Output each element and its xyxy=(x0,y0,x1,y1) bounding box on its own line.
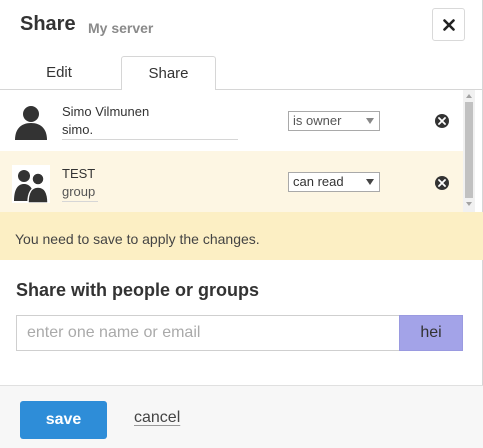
dialog-header: Share My server xyxy=(0,0,483,56)
list-scrollbar[interactable] xyxy=(463,90,475,212)
notice-text: You need to save to apply the changes. xyxy=(15,231,260,247)
member-username: simo. xyxy=(62,122,238,140)
group-icon xyxy=(12,165,50,204)
member-row: TEST group can read xyxy=(0,151,463,212)
share-heading: Share with people or groups xyxy=(16,280,260,300)
scroll-thumb[interactable] xyxy=(465,102,473,198)
share-dialog: Share My server Edit Share Simo Vilmunen… xyxy=(0,0,483,448)
chevron-down-icon xyxy=(366,179,374,185)
role-value: is owner xyxy=(293,113,342,128)
dialog-subtitle: My server xyxy=(88,20,154,36)
role-value: can read xyxy=(293,174,344,189)
close-button[interactable] xyxy=(432,8,465,41)
user-icon xyxy=(12,102,50,140)
save-button[interactable]: save xyxy=(20,401,107,439)
dialog-footer: save cancel xyxy=(0,385,483,448)
member-name: TEST xyxy=(62,166,96,181)
member-type: group xyxy=(62,184,98,202)
member-name: Simo Vilmunen xyxy=(62,104,150,119)
remove-icon[interactable] xyxy=(435,114,449,128)
share-input[interactable] xyxy=(16,315,399,351)
tab-bar: Edit Share xyxy=(0,56,483,91)
scroll-down-icon[interactable] xyxy=(466,202,472,206)
scroll-up-icon[interactable] xyxy=(466,94,472,98)
member-list: Simo Vilmunen simo. is owner TEST group … xyxy=(0,90,463,212)
share-button[interactable]: hei xyxy=(399,315,463,351)
dialog-title: Share xyxy=(20,13,76,35)
cancel-link[interactable]: cancel xyxy=(134,409,180,427)
tab-edit[interactable]: Edit xyxy=(18,56,100,90)
unsaved-notice: You need to save to apply the changes. xyxy=(0,212,483,260)
chevron-down-icon xyxy=(366,118,374,124)
role-select[interactable]: is owner xyxy=(288,111,380,131)
remove-icon[interactable] xyxy=(435,176,449,190)
member-row: Simo Vilmunen simo. is owner xyxy=(0,90,463,151)
role-select[interactable]: can read xyxy=(288,172,380,192)
tab-share[interactable]: Share xyxy=(121,56,216,91)
close-icon xyxy=(443,19,455,31)
